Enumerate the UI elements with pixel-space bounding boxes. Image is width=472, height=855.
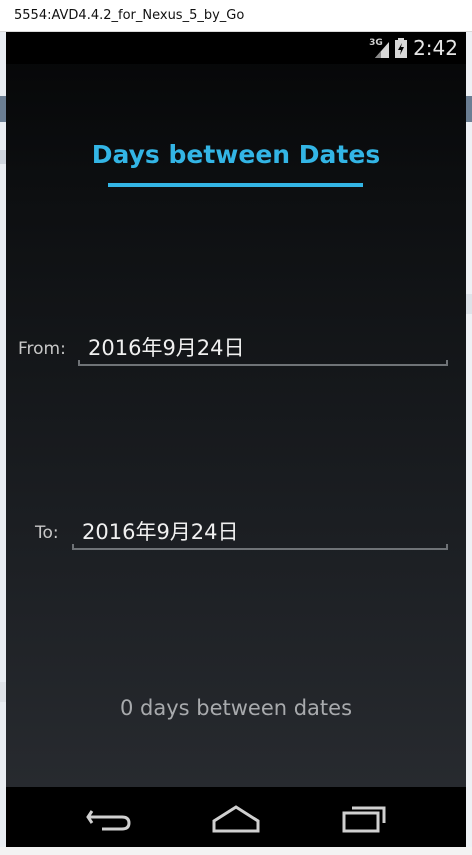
to-label: To: (35, 523, 59, 543)
desktop-right-edge (466, 32, 472, 855)
status-clock: 2:42 (413, 36, 458, 60)
result-text: 0 days between dates (119, 696, 353, 720)
signal-icon: 3G (369, 38, 390, 58)
desktop-bottom-edge (0, 847, 472, 855)
recents-icon[interactable] (336, 799, 396, 835)
from-date-field[interactable]: 2016年9月24日 (78, 333, 448, 363)
from-field-underline (78, 360, 448, 366)
status-bar: 3G 2:42 (6, 32, 466, 64)
navigation-bar (6, 787, 466, 847)
title-underline (108, 183, 363, 187)
back-icon[interactable] (78, 799, 138, 835)
to-date-field[interactable]: 2016年9月24日 (72, 517, 448, 547)
battery-icon (395, 38, 408, 58)
from-label: From: (18, 339, 66, 359)
window-titlebar: 5554:AVD4.4.2_for_Nexus_5_by_Go (0, 0, 472, 32)
app-title: Days between Dates (91, 140, 381, 169)
window-title: 5554:AVD4.4.2_for_Nexus_5_by_Go (14, 8, 245, 23)
device-screen: 3G 2:42 Days between Dates From: 2016年9月… (6, 32, 466, 847)
home-icon[interactable] (206, 799, 266, 835)
to-field-underline (72, 544, 448, 550)
